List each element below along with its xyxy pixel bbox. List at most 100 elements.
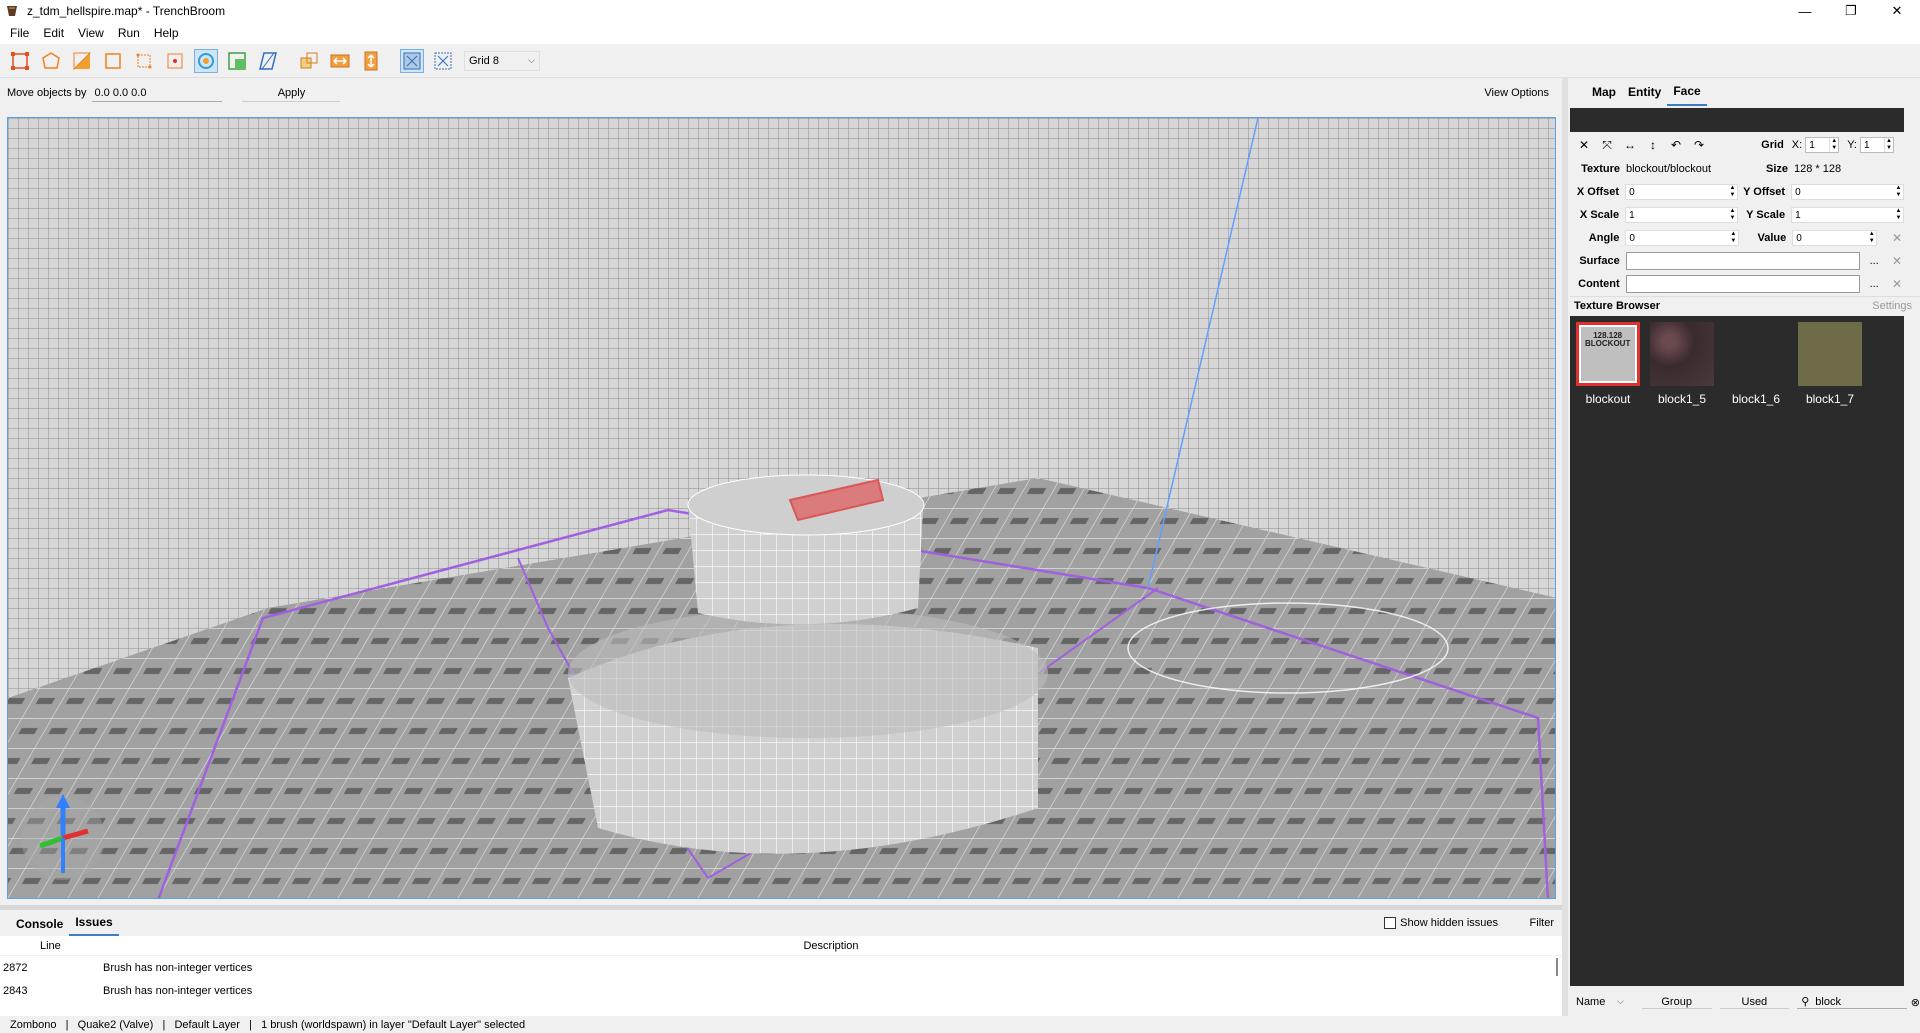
content-row: Content ... ✕ <box>1570 275 1904 293</box>
spinner-arrows-icon[interactable]: ▲ ▼ <box>1884 138 1893 152</box>
clip-tool-icon <box>73 52 92 70</box>
edge-tool-button[interactable] <box>101 49 125 73</box>
flip-vertical-button[interactable] <box>359 49 383 73</box>
duplicate-button[interactable] <box>297 49 321 73</box>
apply-button[interactable]: Apply <box>242 84 341 102</box>
tab-map[interactable]: Map <box>1586 78 1622 106</box>
reset-alignment-icon[interactable]: ⤧ <box>1601 138 1613 152</box>
show-hidden-issues-checkbox[interactable] <box>1384 917 1397 929</box>
texture-item[interactable]: block1_6 <box>1723 322 1789 406</box>
main-toolbar: Grid 8 ⌵ <box>0 44 1920 78</box>
surface-flags-button[interactable]: ... <box>1864 255 1884 267</box>
spinner-arrows-icon[interactable]: ▲ ▼ <box>1867 231 1876 245</box>
x-offset-field[interactable]: 0 ▲ ▼ <box>1625 184 1738 200</box>
tab-entity[interactable]: Entity <box>1622 78 1667 106</box>
menu-run[interactable]: Run <box>111 26 147 40</box>
flip-u-icon[interactable]: ↔ <box>1624 138 1636 152</box>
texture-browser[interactable]: 128.128 BLOCKOUT blockout block1_5 block… <box>1570 316 1920 986</box>
clear-content-icon[interactable]: ✕ <box>1890 277 1904 291</box>
rotate-tool-button[interactable] <box>194 48 218 73</box>
clear-surface-icon[interactable]: ✕ <box>1890 254 1904 268</box>
texture-lock-button[interactable] <box>400 48 424 73</box>
value-field[interactable]: 0 ▲ ▼ <box>1792 230 1878 246</box>
rotate-ccw-icon[interactable]: ↶ <box>1670 138 1682 152</box>
window-controls: — ❐ ✕ <box>1782 0 1920 22</box>
menu-edit[interactable]: Edit <box>36 26 71 40</box>
surface-field[interactable] <box>1625 252 1861 270</box>
filter-button[interactable]: Filter <box>1530 917 1554 929</box>
uv-editor-view[interactable] <box>1570 108 1904 132</box>
uv-lock-button[interactable] <box>431 49 455 73</box>
sort-select[interactable]: Name ⌵ <box>1570 996 1624 1008</box>
close-button[interactable]: ✕ <box>1874 0 1920 22</box>
reset-texture-icon[interactable]: ✕ <box>1578 138 1590 152</box>
x-scale-field[interactable]: 1 ▲ ▼ <box>1625 207 1738 223</box>
grid-x-spinner[interactable]: 1 ▲ ▼ <box>1805 137 1840 153</box>
offset-row: X Offset 0 ▲ ▼ Y Offset 0 ▲ ▼ <box>1570 183 1904 201</box>
menu-file[interactable]: File <box>3 26 36 40</box>
3d-viewport[interactable] <box>7 117 1556 899</box>
spinner-arrows-icon[interactable]: ▲ ▼ <box>1728 185 1737 199</box>
texture-thumbnail <box>1724 322 1788 386</box>
texture-item[interactable]: 128.128 BLOCKOUT blockout <box>1575 322 1641 406</box>
tab-console[interactable]: Console <box>10 917 69 936</box>
spinner-arrows-icon[interactable]: ▲ ▼ <box>1894 185 1903 199</box>
rotate-cw-icon[interactable]: ↷ <box>1693 138 1705 152</box>
show-hidden-issues-toggle[interactable]: Show hidden issues <box>1384 917 1498 929</box>
column-line[interactable]: Line <box>0 940 100 952</box>
grid-y-spinner[interactable]: 1 ▲ ▼ <box>1860 137 1894 153</box>
content-field[interactable] <box>1625 275 1861 293</box>
size-value: 128 * 128 <box>1794 163 1842 175</box>
issues-scrollbar[interactable] <box>1556 958 1558 976</box>
y-scale-label: Y Scale <box>1746 209 1786 221</box>
brush-tool-button[interactable] <box>8 49 32 73</box>
flip-v-icon[interactable]: ↕ <box>1647 138 1659 152</box>
scale-row: X Scale 1 ▲ ▼ Y Scale 1 ▲ ▼ <box>1570 206 1904 224</box>
menu-help[interactable]: Help <box>147 26 186 40</box>
tab-issues[interactable]: Issues <box>69 915 119 936</box>
spinner-arrows-icon[interactable]: ▲ ▼ <box>1894 208 1903 222</box>
flip-horizontal-icon <box>330 54 350 67</box>
inspector-panel: Map Entity Face ✕ ⤧ ↔ ↕ ↶ ↷ Grid X: 1 ▲ ▼… <box>1568 78 1920 1016</box>
shear-tool-button[interactable] <box>256 49 280 73</box>
spinner-arrows-icon[interactable]: ▲ ▼ <box>1729 231 1738 245</box>
face-tool-icon <box>136 53 152 68</box>
table-row[interactable]: 2872 Brush has non-integer vertices <box>0 956 1562 979</box>
scale-tool-button[interactable] <box>225 49 249 73</box>
clear-search-icon[interactable]: ⊗ <box>1911 996 1920 1009</box>
y-scale-field[interactable]: 1 ▲ ▼ <box>1791 207 1904 223</box>
minimize-button[interactable]: — <box>1782 0 1828 22</box>
face-properties: Texture blockout/blockout Size 128 * 128… <box>1570 160 1904 298</box>
texture-item[interactable]: block1_7 <box>1797 322 1863 406</box>
menu-view[interactable]: View <box>71 26 111 40</box>
tab-face[interactable]: Face <box>1667 78 1707 106</box>
texture-browser-scrollbar[interactable] <box>1904 316 1920 986</box>
used-toggle-button[interactable]: Used <box>1719 996 1790 1009</box>
spinner-arrows-icon[interactable]: ▲ ▼ <box>1728 208 1737 222</box>
move-objects-input[interactable] <box>92 84 223 102</box>
y-offset-field[interactable]: 0 ▲ ▼ <box>1791 184 1904 200</box>
content-flags-button[interactable]: ... <box>1864 278 1884 290</box>
column-description[interactable]: Description <box>100 940 1562 952</box>
view-options-button[interactable]: View Options <box>1484 87 1549 99</box>
face-tool-button[interactable] <box>132 49 156 73</box>
issue-description: Brush has non-integer vertices <box>103 984 253 997</box>
flip-vertical-icon <box>364 51 378 70</box>
texture-name: block1_6 <box>1731 392 1781 406</box>
clear-value-icon[interactable]: ✕ <box>1890 231 1904 245</box>
maximize-button[interactable]: ❐ <box>1828 0 1874 22</box>
vertex-tool-button[interactable] <box>39 49 63 73</box>
group-toggle-button[interactable]: Group <box>1641 996 1712 1009</box>
texture-browser-settings-button[interactable]: Settings <box>1872 300 1920 312</box>
angle-field[interactable]: 0 ▲ ▼ <box>1625 230 1739 246</box>
grid-size-select[interactable]: Grid 8 ⌵ <box>464 50 540 71</box>
clip-tool-button[interactable] <box>70 49 94 73</box>
point-tool-button[interactable] <box>163 49 187 73</box>
grid-x-label: X: <box>1791 139 1803 151</box>
spinner-arrows-icon[interactable]: ▲ ▼ <box>1829 138 1838 152</box>
grid-size-value: Grid 8 <box>469 54 499 67</box>
flip-horizontal-button[interactable] <box>328 49 352 73</box>
texture-search[interactable]: ⚲ block <box>1797 995 1907 1009</box>
table-row[interactable]: 2843 Brush has non-integer vertices <box>0 979 1562 1002</box>
texture-item[interactable]: block1_5 <box>1649 322 1715 406</box>
